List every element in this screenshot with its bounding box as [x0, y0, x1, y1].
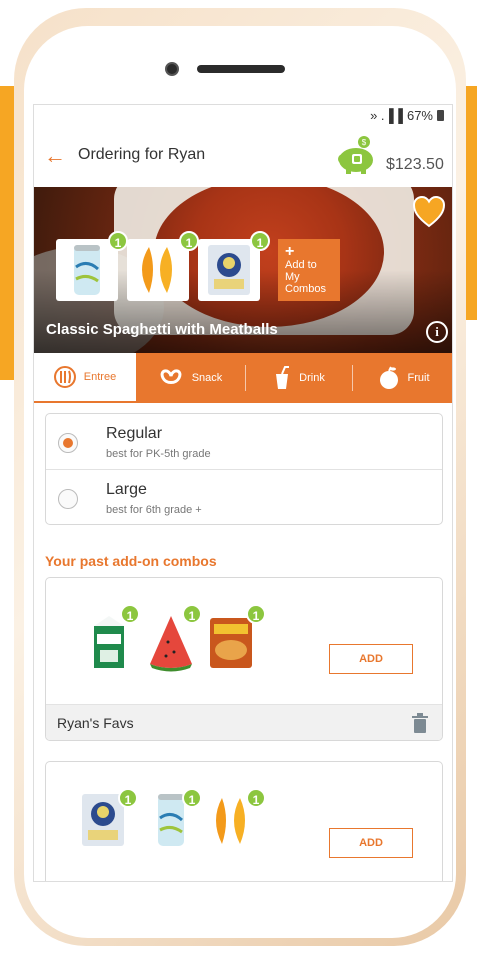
combo-footer: Ryan's Favs — [46, 704, 442, 740]
combo-item-count-badge: 1 — [182, 604, 202, 624]
snack-bag-icon — [208, 245, 250, 295]
account-balance: $123.50 — [386, 156, 444, 173]
tab-label: Entree — [83, 371, 117, 383]
addon-count-badge: 1 — [108, 231, 128, 251]
background-strip-left — [0, 86, 14, 380]
back-arrow-icon[interactable]: ← — [44, 143, 66, 169]
add-combo-label-line2: My — [285, 271, 300, 283]
tab-fruit[interactable]: Fruit — [353, 353, 452, 403]
tab-label: Fruit — [407, 372, 430, 384]
add-to-my-combos-button[interactable]: + Add to My Combos — [278, 239, 340, 301]
combo-card: 1 1 1 ADD Ryan's Favs — [45, 577, 443, 741]
size-selector: Regular best for PK-5th grade Large best… — [45, 413, 443, 525]
info-icon[interactable]: i — [426, 321, 448, 343]
tab-entree[interactable]: Entree — [34, 353, 136, 403]
size-option-regular[interactable]: Regular best for PK-5th grade — [46, 414, 442, 469]
apple-icon — [379, 366, 398, 389]
combo-item-count-badge: 1 — [118, 788, 138, 808]
background-strip-right — [466, 86, 477, 320]
radio-selected[interactable] — [58, 433, 78, 453]
favorite-heart-icon[interactable] — [412, 195, 446, 229]
past-combos-heading: Your past add-on combos — [45, 553, 217, 569]
battery-icon — [437, 110, 444, 121]
size-description: best for 6th grade + — [106, 504, 202, 516]
addon-tile-fruit[interactable] — [127, 239, 189, 301]
tab-label: Drink — [299, 372, 325, 384]
radio-unselected[interactable] — [58, 489, 78, 509]
battery-level: 67% — [406, 108, 433, 123]
camera-icon — [165, 62, 179, 76]
app-screen: » .▐▐ 67% ← Ordering for Ryan $ $123.50 — [33, 104, 453, 882]
size-name: Regular — [106, 425, 163, 442]
entree-icon — [53, 366, 76, 388]
page-title: Ordering for Ryan — [78, 146, 206, 163]
combo-item-count-badge: 1 — [120, 604, 140, 624]
meal-title: Classic Spaghetti with Meatballs — [46, 321, 278, 338]
plus-icon: + — [285, 243, 295, 260]
tab-drink[interactable]: Drink — [246, 353, 352, 403]
addon-count-badge: 1 — [179, 231, 199, 251]
add-combo-button[interactable]: ADD — [329, 828, 413, 858]
combo-item-count-badge: 1 — [246, 788, 266, 808]
size-option-large[interactable]: Large best for 6th grade + — [46, 469, 442, 524]
app-header: ← Ordering for Ryan $ $123.50 — [34, 127, 452, 187]
addon-tile-snack[interactable] — [198, 239, 260, 301]
combo-card: 1 1 1 ADD — [45, 761, 443, 881]
add-combo-label-line1: Add to — [285, 259, 317, 271]
combo-item-count-badge: 1 — [182, 788, 202, 808]
addon-count-badge: 1 — [250, 231, 270, 251]
size-name: Large — [106, 481, 147, 498]
add-combo-label-line3: Combos — [285, 283, 326, 295]
drink-icon — [276, 366, 290, 389]
tab-label: Snack — [191, 372, 223, 384]
add-combo-button[interactable]: ADD — [329, 644, 413, 674]
combo-item-count-badge: 1 — [246, 604, 266, 624]
trash-icon[interactable] — [411, 713, 429, 733]
la-croix-can-icon — [74, 245, 100, 295]
stage: » .▐▐ 67% ← Ordering for Ryan $ $123.50 — [0, 0, 477, 954]
status-group: » .▐▐ 67% — [370, 108, 444, 123]
piggy-bank-icon[interactable]: $ — [334, 135, 378, 175]
addon-tile-drink[interactable] — [56, 239, 118, 301]
tab-snack[interactable]: Snack — [136, 353, 244, 403]
speaker-grille — [197, 65, 285, 73]
pretzel-icon — [160, 369, 182, 384]
svg-text:$: $ — [362, 138, 367, 147]
category-tabs: Entree Snack Drink Fruit — [34, 353, 452, 403]
status-bar: » .▐▐ 67% — [34, 105, 452, 127]
signal-icon: » .▐▐ — [370, 108, 403, 123]
orange-slices-icon — [142, 247, 172, 293]
size-description: best for PK-5th grade — [106, 448, 211, 460]
meal-hero: 1 1 1 + Add to My Combos Classic Spaghet… — [34, 187, 452, 353]
combo-name: Ryan's Favs — [57, 715, 134, 731]
